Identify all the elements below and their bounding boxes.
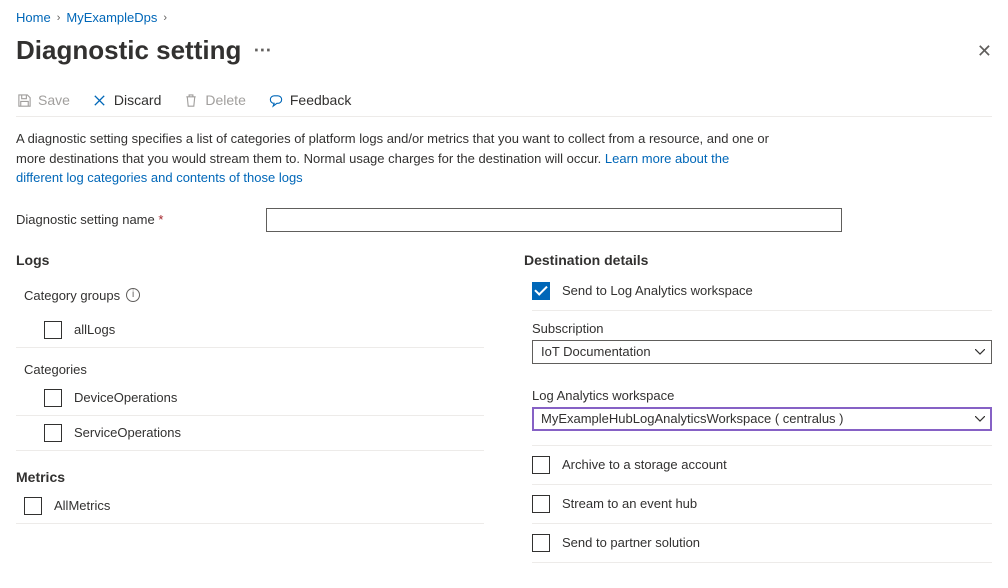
workspace-value: MyExampleHubLogAnalyticsWorkspace ( cent… <box>541 411 844 426</box>
settings-columns: Logs Category groups i allLogs Categorie… <box>16 252 992 563</box>
archive-label: Archive to a storage account <box>562 457 727 472</box>
name-field-label: Diagnostic setting name * <box>16 212 266 227</box>
chevron-right-icon: › <box>57 12 61 24</box>
partner-checkbox[interactable] <box>532 534 550 552</box>
delete-button[interactable]: Delete <box>183 92 245 108</box>
close-icon[interactable]: ✕ <box>977 42 992 60</box>
partner-label: Send to partner solution <box>562 535 700 550</box>
workspace-select[interactable]: MyExampleHubLogAnalyticsWorkspace ( cent… <box>532 407 992 431</box>
alllogs-row: allLogs <box>16 313 484 348</box>
serviceops-label: ServiceOperations <box>74 425 181 440</box>
more-menu-icon[interactable]: ⋯ <box>253 40 271 61</box>
logs-column: Logs Category groups i allLogs Categorie… <box>16 252 524 563</box>
info-icon[interactable]: i <box>126 288 140 302</box>
dest-stream-row: Stream to an event hub <box>532 485 992 524</box>
category-groups-text: Category groups <box>24 288 120 303</box>
toolbar: Save Discard Delete Feedback <box>16 84 992 117</box>
page-title-text: Diagnostic setting <box>16 35 241 66</box>
delete-icon <box>183 92 199 108</box>
title-row: Diagnostic setting ⋯ ✕ <box>16 31 992 84</box>
stream-label: Stream to an event hub <box>562 496 697 511</box>
destination-column: Destination details Send to Log Analytic… <box>524 252 992 563</box>
allmetrics-label: AllMetrics <box>54 498 110 513</box>
breadcrumb-home[interactable]: Home <box>16 10 51 25</box>
chevron-right-icon: › <box>163 12 167 24</box>
dest-partner-row: Send to partner solution <box>532 524 992 563</box>
intro-text: A diagnostic setting specifies a list of… <box>16 129 776 200</box>
dest-archive-row: Archive to a storage account <box>532 446 992 485</box>
alllogs-label: allLogs <box>74 322 115 337</box>
logs-heading: Logs <box>16 252 524 278</box>
archive-checkbox[interactable] <box>532 456 550 474</box>
workspace-block: Log Analytics workspace MyExampleHubLogA… <box>532 378 992 446</box>
save-icon <box>16 92 32 108</box>
feedback-button[interactable]: Feedback <box>268 92 351 108</box>
discard-icon <box>92 92 108 108</box>
required-asterisk: * <box>158 212 163 227</box>
feedback-label: Feedback <box>290 92 351 108</box>
serviceops-checkbox[interactable] <box>44 424 62 442</box>
feedback-icon <box>268 92 284 108</box>
chevron-down-icon <box>975 416 985 422</box>
deviceops-label: DeviceOperations <box>74 390 177 405</box>
discard-label: Discard <box>114 92 161 108</box>
workspace-label: Log Analytics workspace <box>532 388 992 407</box>
stream-checkbox[interactable] <box>532 495 550 513</box>
diagnostic-name-input[interactable] <box>266 208 842 232</box>
delete-label: Delete <box>205 92 245 108</box>
allmetrics-checkbox[interactable] <box>24 497 42 515</box>
serviceops-row: ServiceOperations <box>16 416 484 451</box>
category-groups-label: Category groups i <box>16 278 524 313</box>
breadcrumb-resource[interactable]: MyExampleDps <box>66 10 157 25</box>
log-analytics-label: Send to Log Analytics workspace <box>562 283 753 298</box>
metrics-heading: Metrics <box>16 451 524 489</box>
name-field-label-text: Diagnostic setting name <box>16 212 155 227</box>
chevron-down-icon <box>975 349 985 355</box>
dest-log-analytics-row: Send to Log Analytics workspace <box>532 278 992 310</box>
discard-button[interactable]: Discard <box>92 92 161 108</box>
alllogs-checkbox[interactable] <box>44 321 62 339</box>
destination-heading: Destination details <box>524 252 992 278</box>
name-field-row: Diagnostic setting name * <box>16 208 992 232</box>
subscription-value: IoT Documentation <box>541 344 651 359</box>
deviceops-checkbox[interactable] <box>44 389 62 407</box>
page-title: Diagnostic setting ⋯ <box>16 35 271 66</box>
categories-label: Categories <box>16 348 524 381</box>
allmetrics-row: AllMetrics <box>16 489 484 524</box>
deviceops-row: DeviceOperations <box>16 381 484 416</box>
subscription-select[interactable]: IoT Documentation <box>532 340 992 364</box>
subscription-block: Subscription IoT Documentation <box>532 311 992 378</box>
save-label: Save <box>38 92 70 108</box>
save-button[interactable]: Save <box>16 92 70 108</box>
subscription-label: Subscription <box>532 321 992 340</box>
log-analytics-checkbox[interactable] <box>532 282 550 300</box>
breadcrumb: Home › MyExampleDps › <box>16 8 992 31</box>
